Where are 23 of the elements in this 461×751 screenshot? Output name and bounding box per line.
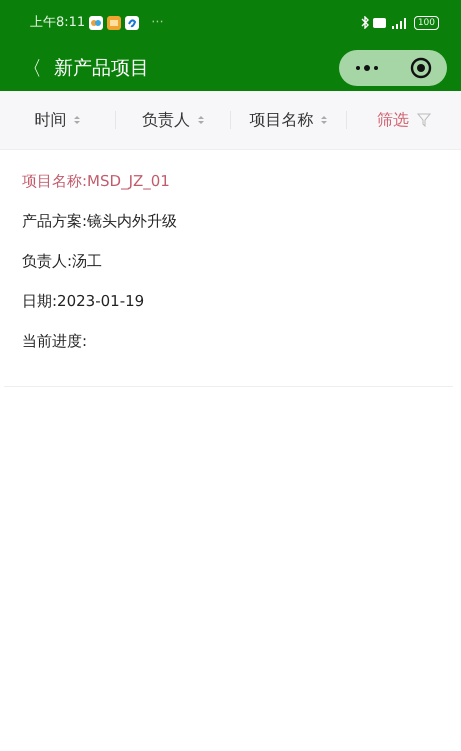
sort-icon — [321, 115, 328, 125]
sort-icon — [198, 115, 204, 125]
sort-button[interactable]: 时间 — [34, 108, 80, 132]
status-time: 上午8:11 — [30, 14, 86, 32]
project-field: 负责人:汤工 — [22, 250, 435, 273]
bluetooth-icon — [360, 16, 369, 29]
battery-icon: 100 — [414, 16, 439, 30]
project-field: 当前进度: — [22, 330, 435, 353]
sort-icon — [74, 115, 80, 125]
app-icon — [107, 16, 122, 30]
project-field: 日期:2023-01-19 — [22, 290, 435, 313]
close-icon[interactable] — [410, 57, 432, 79]
more-icon[interactable] — [354, 64, 378, 72]
sort-button[interactable]: 负责人 — [142, 108, 204, 132]
status-more: ··· — [151, 14, 164, 32]
app-icon — [125, 16, 140, 30]
back-button[interactable]: 〈 — [22, 53, 42, 83]
app-icon — [89, 16, 104, 30]
sort-button[interactable]: 项目名称 — [249, 108, 328, 132]
project-name: 项目名称:MSD_JZ_01 — [22, 171, 171, 192]
project-field: 产品方案:镜头内外升级 — [22, 210, 435, 233]
filter-icon — [416, 113, 431, 127]
page-title: 新产品项目 — [54, 56, 149, 81]
